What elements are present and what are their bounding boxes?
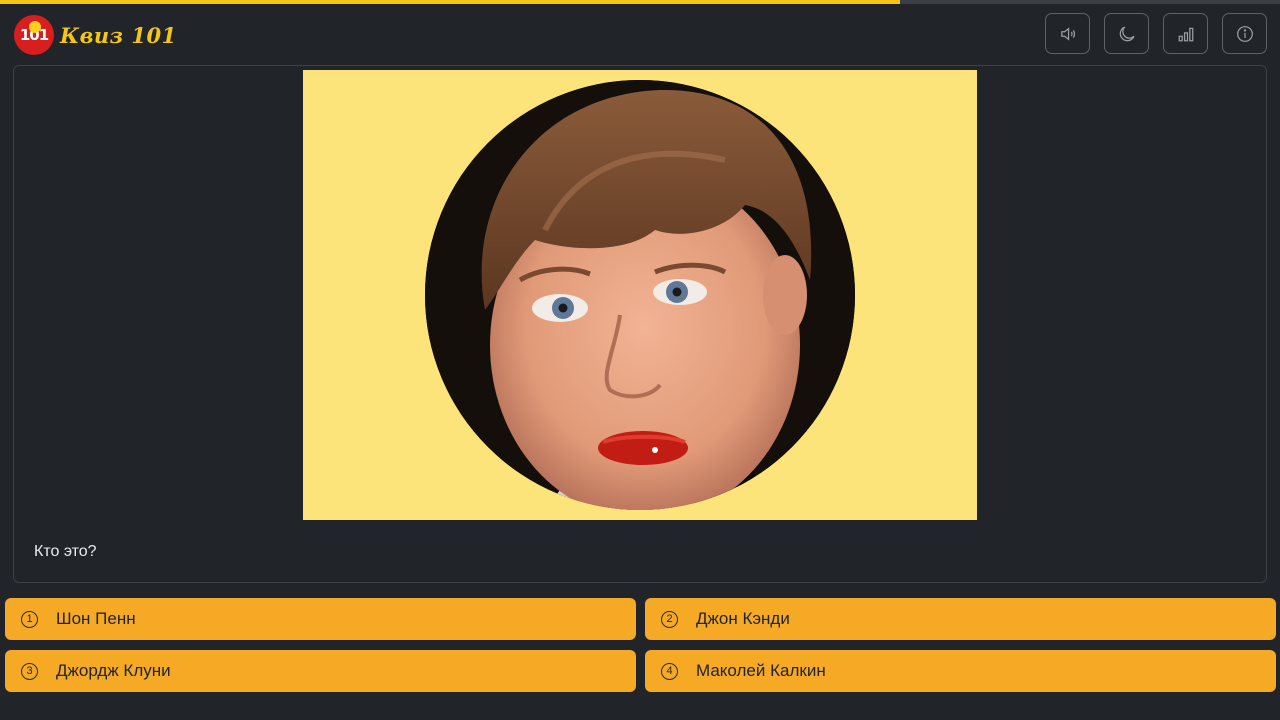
portrait-illustration <box>425 80 855 510</box>
answer-option-3[interactable]: 3 Джордж Клуни <box>5 650 636 692</box>
info-icon <box>1236 25 1253 42</box>
moon-icon <box>1119 25 1135 41</box>
bar-chart-icon <box>1178 27 1193 41</box>
answer-option-4[interactable]: 4 Маколей Калкин <box>645 650 1276 692</box>
speaker-icon <box>1060 26 1075 41</box>
quiz-101-logo-icon: 101 <box>14 15 54 55</box>
logo-text: Квиз 101 <box>60 22 177 48</box>
question-text: Кто это? <box>34 543 97 560</box>
progress-track <box>0 0 1280 4</box>
question-image <box>303 70 977 520</box>
answer-option-2[interactable]: 2 Джон Кэнди <box>645 598 1276 640</box>
smiley-face-icon <box>29 21 41 33</box>
answer-label: Маколей Калкин <box>696 661 826 680</box>
answer-label: Шон Пенн <box>56 609 136 628</box>
answer-option-1[interactable]: 1 Шон Пенн <box>5 598 636 640</box>
info-button[interactable] <box>1222 13 1267 54</box>
stats-button[interactable] <box>1163 13 1208 54</box>
number-4-icon: 4 <box>661 662 678 680</box>
sound-button[interactable] <box>1045 13 1090 54</box>
progress-fill <box>0 0 900 4</box>
number-2-icon: 2 <box>661 610 678 628</box>
dark-mode-button[interactable] <box>1104 13 1149 54</box>
answer-label: Джордж Клуни <box>56 661 171 680</box>
portrait-photo <box>425 80 855 510</box>
toolbar <box>1045 13 1267 54</box>
question-card: Кто это? <box>13 65 1267 583</box>
answer-label: Джон Кэнди <box>696 609 790 628</box>
app-logo[interactable]: 101 Квиз 101 <box>14 15 177 55</box>
number-3-icon: 3 <box>21 662 38 680</box>
number-1-icon: 1 <box>21 610 38 628</box>
